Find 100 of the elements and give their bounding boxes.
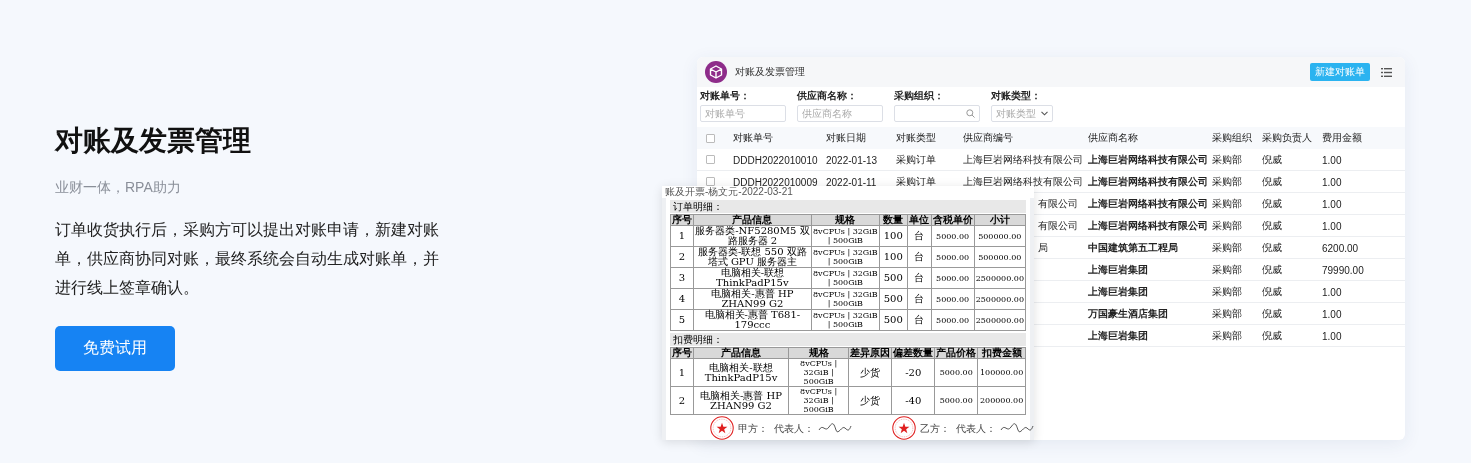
select-all-checkbox[interactable] [706, 133, 715, 143]
table-cell: 万国豪生酒店集团 [1088, 306, 1168, 321]
table-cell: 采购订单 [896, 152, 936, 167]
chevron-down-icon [1041, 111, 1048, 116]
document-cell: 8vCPUs | 32GiB | 500GiB [811, 246, 880, 268]
document-cell: 2500000.00 [974, 288, 1026, 310]
table-cell: 采购部 [1212, 174, 1242, 189]
search-icon [966, 109, 975, 118]
document-cell: 服务器类-联想 550 双路塔式 GPU 服务器主 [693, 246, 812, 268]
filter-field[interactable]: 供应商名称 [797, 105, 883, 122]
document-cell: 500 [879, 267, 908, 289]
document-cell: 8vCPUs | 32GiB | 500GiB [811, 309, 880, 331]
document-cell: 500 [879, 309, 908, 331]
cube-logo-icon [705, 61, 727, 83]
document-cell: 100000.00 [977, 358, 1026, 387]
new-statement-button[interactable]: 新建对账单 [1310, 63, 1370, 81]
signature-drawing [818, 422, 852, 434]
table-cell: 上海巨岩网络科技有限公司 [963, 174, 1083, 189]
table-cell: 采购部 [1212, 196, 1242, 211]
table-cell: 有限公司 [1038, 196, 1078, 211]
document-cell: 3 [670, 267, 694, 289]
document-column-header: 小计 [974, 214, 1026, 226]
document-cell: -40 [891, 386, 935, 415]
document-column-header: 产品信息 [693, 347, 789, 359]
table-cell: 1.00 [1322, 198, 1342, 209]
free-trial-button[interactable]: 免费试用 [55, 326, 175, 371]
table-cell: 倪威 [1262, 174, 1282, 189]
representative-label: 代表人： [956, 422, 996, 434]
table-cell: 上海巨岩网络科技有限公司 [1088, 152, 1208, 167]
type-dropdown[interactable]: 对账类型 [991, 105, 1053, 122]
table-cell: 2022-01-13 [826, 154, 878, 165]
row-checkbox[interactable] [706, 155, 715, 164]
table-cell: 采购订单 [896, 174, 936, 189]
document-cell: 电脑相关-惠普 T681-179ccc [693, 309, 812, 331]
table-cell: 倪威 [1262, 152, 1282, 167]
document-cell: 5000.00 [931, 246, 975, 268]
party-label: 甲方： [738, 422, 768, 434]
table-cell: 1.00 [1322, 286, 1342, 297]
document-cell: 台 [907, 267, 932, 289]
document-cell: 5000.00 [931, 288, 975, 310]
document-cell: 8vCPUs | 32GiB | 500GiB [811, 225, 880, 247]
document-cell: 4 [670, 288, 694, 310]
table-cell: 采购部 [1212, 152, 1242, 167]
hero-description: 订单收货执行后，采购方可以提出对账申请，新建对账单，供应商协同对账，最终系统会自动生成对账单，并进行线上签章确认。 [55, 220, 440, 298]
table-cell: 上海巨岩网络科技有限公司 [1088, 196, 1208, 211]
document-cell: 电脑相关-联想 ThinkPadP15v [693, 267, 812, 289]
column-header: 费用金额 [1322, 131, 1362, 145]
document-cell: 电脑相关-惠普 HP ZHAN99 G2 [693, 386, 789, 415]
table-cell: 采购部 [1212, 306, 1242, 321]
document-cell: 2500000.00 [974, 309, 1026, 331]
table-cell: 1.00 [1322, 220, 1342, 231]
document-cell: 500000.00 [974, 246, 1026, 268]
table-cell: 上海巨岩集团 [1088, 262, 1148, 277]
document-cell: 5000.00 [931, 267, 975, 289]
document-cell: 100 [879, 246, 908, 268]
signature-drawing [1000, 422, 1034, 434]
document-cell: 2500000.00 [974, 267, 1026, 289]
document-column-header: 序号 [670, 347, 694, 359]
table-cell: DDDH2022010010 [733, 154, 818, 165]
column-header: 采购负责人 [1262, 131, 1312, 145]
column-header: 对账日期 [826, 131, 866, 145]
document-cell: 2 [670, 246, 694, 268]
table-cell: 采购部 [1212, 328, 1242, 343]
filter-label: 对账单号： [700, 89, 751, 103]
document-cell: 少货 [848, 386, 892, 415]
document-cell: 8vCPUs | 32GiB | 500GiB [811, 288, 880, 310]
table-cell: 倪威 [1262, 240, 1282, 255]
table-cell: 79990.00 [1322, 264, 1364, 275]
document-cell: 5000.00 [931, 225, 975, 247]
table-cell: 倪威 [1262, 196, 1282, 211]
party-label: 乙方： [920, 422, 950, 434]
document-column-header: 产品信息 [693, 214, 812, 226]
table-cell: 1.00 [1322, 154, 1342, 165]
hero-subtitle: 业财一体，RPA助力 [55, 179, 182, 197]
document-cell: 200000.00 [977, 386, 1026, 415]
table-cell: DDDH2022010009 [733, 176, 818, 187]
table-cell: 采购部 [1212, 218, 1242, 233]
seal-stamp-drawing [710, 416, 734, 440]
menu-icon[interactable] [1381, 67, 1392, 77]
table-cell: 上海巨岩集团 [1088, 328, 1148, 343]
search-field[interactable] [894, 105, 980, 122]
document-cell: 5000.00 [934, 386, 978, 415]
filter-field[interactable]: 对账单号 [700, 105, 786, 122]
row-checkbox[interactable] [706, 177, 715, 186]
table-cell: 倪威 [1262, 218, 1282, 233]
document-column-header: 产品价格 [934, 347, 978, 359]
document-cell: 台 [907, 246, 932, 268]
document-cell: 8vCPUs | 32GiB | 500GiB [788, 386, 849, 415]
document-cell: 8vCPUs | 32GiB | 500GiB [788, 358, 849, 387]
table-cell: 上海巨岩集团 [1088, 284, 1148, 299]
table-cell: 倪威 [1262, 328, 1282, 343]
column-header: 对账单号 [733, 131, 773, 145]
document-cell: 台 [907, 288, 932, 310]
table-cell: 采购部 [1212, 284, 1242, 299]
document-cell: 5 [670, 309, 694, 331]
table-cell: 1.00 [1322, 308, 1342, 319]
filter-label: 供应商名称： [797, 89, 858, 103]
table-cell: 6200.00 [1322, 242, 1359, 253]
document-cell: 1 [670, 225, 694, 247]
table-cell: 上海巨岩网络科技有限公司 [963, 152, 1083, 167]
